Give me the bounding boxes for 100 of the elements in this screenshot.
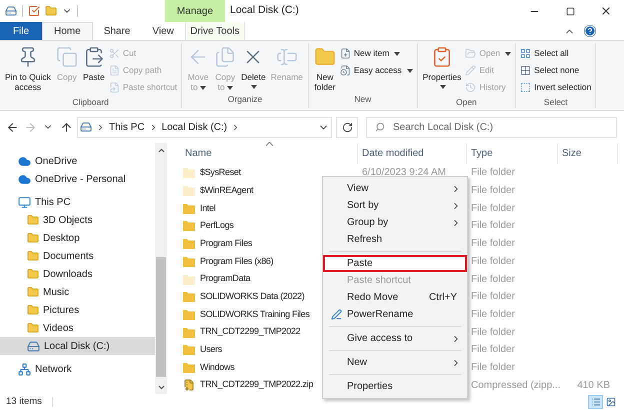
type-cell: Compressed (zipp...: [471, 380, 560, 391]
shortcut-label: Ctrl+Y: [428, 291, 457, 305]
document-icon: [108, 65, 120, 76]
ribbon-button[interactable]: Paste: [82, 43, 106, 96]
ribbon-button[interactable]: Properties: [422, 43, 462, 96]
column-header[interactable]: Size: [558, 143, 618, 164]
grid-icon: [520, 65, 532, 76]
ribbon-tab[interactable]: Share: [92, 22, 142, 40]
menu-item[interactable]: Paste: [323, 255, 467, 272]
menu-item[interactable]: Properties: [323, 378, 467, 395]
size-cell: 410 KB: [577, 380, 610, 391]
details-view-button[interactable]: [588, 395, 603, 409]
ribbon-button[interactable]: Invert selection: [520, 79, 592, 96]
ribbon-button[interactable]: New folder: [312, 43, 337, 94]
column-header[interactable]: Date modified: [358, 143, 467, 164]
contextual-tab-header: Manage: [165, 0, 225, 22]
nav-item[interactable]: 3D Objects: [0, 211, 155, 229]
new-file-icon: [340, 48, 351, 59]
address-field[interactable]: This PC Local Disk (C:): [77, 116, 332, 138]
ribbon-tab[interactable]: Home: [42, 22, 93, 40]
file-name[interactable]: ProgramData: [200, 272, 250, 286]
file-name[interactable]: Windows: [200, 360, 234, 374]
drive-icon: [5, 5, 17, 17]
file-tab[interactable]: File: [0, 22, 42, 40]
close-icon[interactable]: [600, 5, 612, 17]
nav-item[interactable]: OneDrive: [0, 152, 155, 170]
file-name[interactable]: SOLIDWORKS Training Files: [200, 308, 310, 322]
file-name[interactable]: TRN_CDT2299_TMP2022: [200, 325, 300, 339]
group-label: Open: [454, 96, 478, 109]
ribbon-button[interactable]: Select none: [520, 62, 592, 79]
ribbon-button[interactable]: Select all: [520, 45, 592, 62]
file-name[interactable]: SOLIDWORKS Data (2022): [200, 290, 304, 304]
nav-item[interactable]: Local Disk (C:): [0, 337, 155, 355]
menu-item[interactable]: Sort by: [323, 197, 467, 214]
nav-item[interactable]: This PC: [0, 193, 155, 211]
nav-item[interactable]: Network: [0, 360, 155, 378]
scrollbar[interactable]: [155, 143, 167, 394]
folder-icon: [27, 232, 39, 244]
drive-icon: [80, 121, 92, 133]
file-name[interactable]: Program Files: [200, 236, 252, 250]
file-name[interactable]: Program Files (x86): [200, 254, 274, 268]
group-label: Clipboard: [71, 96, 110, 109]
search-field[interactable]: Search Local Disk (C:): [366, 116, 617, 138]
zip-icon: [183, 379, 195, 392]
ribbon-button[interactable]: Easy access: [340, 62, 413, 79]
file-name[interactable]: $WinREAgent: [200, 184, 254, 198]
refresh-button[interactable]: [336, 116, 358, 138]
scrollbar-thumb[interactable]: [156, 257, 166, 377]
image-icon: [606, 397, 616, 407]
menu-item[interactable]: View: [323, 180, 467, 197]
nav-item[interactable]: Desktop: [0, 229, 155, 247]
breadcrumb-item[interactable]: This PC: [109, 120, 145, 134]
shortcut-icon: [108, 82, 120, 93]
scroll-down-icon[interactable]: [156, 383, 166, 392]
nav-item[interactable]: OneDrive - Personal: [0, 170, 155, 188]
copy-icon: [214, 46, 236, 68]
ribbon-button[interactable]: New item: [340, 45, 413, 62]
ribbon-tab[interactable]: Drive Tools: [184, 22, 245, 40]
folder-icon: [27, 304, 39, 316]
type-cell: File folder: [471, 291, 515, 302]
type-cell: File folder: [471, 344, 515, 356]
type-cell: File folder: [471, 274, 515, 284]
file-name[interactable]: $SysReset: [200, 166, 241, 180]
folder-icon: [27, 268, 39, 280]
menu-item[interactable]: Give access to: [323, 330, 467, 347]
drive-icon: [27, 340, 40, 352]
properties-icon[interactable]: [28, 5, 40, 17]
file-name[interactable]: PerfLogs: [200, 219, 234, 233]
maximize-icon[interactable]: [566, 6, 574, 16]
computer-icon: [18, 196, 31, 208]
folder-icon: [27, 286, 39, 298]
type-cell: File folder: [471, 220, 515, 232]
menu-item[interactable]: Refresh: [323, 231, 467, 248]
menu-item[interactable]: New: [323, 354, 467, 371]
breadcrumb-item[interactable]: Local Disk (C:): [162, 120, 228, 134]
type-cell: File folder: [471, 326, 515, 338]
file-name[interactable]: TRN_CDT2299_TMP2022.zip: [200, 378, 314, 392]
file-name[interactable]: Intel: [200, 202, 216, 215]
pencil-icon: [465, 65, 476, 76]
ribbon-tab[interactable]: View: [141, 22, 185, 40]
column-header[interactable]: Type: [467, 143, 558, 164]
type-cell: File folder: [471, 202, 515, 214]
menu-item[interactable]: Group by: [323, 214, 467, 231]
scroll-up-icon[interactable]: [156, 146, 166, 155]
nav-item[interactable]: Music: [0, 283, 155, 301]
chevron-right-icon[interactable]: [96, 122, 105, 132]
ribbon-button[interactable]: Pin to Quick access: [4, 43, 52, 96]
menu-item[interactable]: PowerRename: [323, 306, 467, 323]
menu-item[interactable]: Redo Move Ctrl+Y: [323, 289, 467, 306]
caret-icon: [440, 84, 446, 89]
help-icon[interactable]: [584, 25, 596, 37]
nav-item[interactable]: Documents: [0, 247, 155, 265]
file-name[interactable]: Users: [200, 343, 222, 356]
column-header[interactable]: Name: [181, 143, 358, 164]
nav-item[interactable]: Videos: [0, 319, 155, 337]
grid-icon: [520, 48, 532, 59]
ribbon-button[interactable]: Delete: [240, 43, 267, 94]
nav-item[interactable]: Pictures: [0, 301, 155, 319]
nav-item[interactable]: Downloads: [0, 265, 155, 283]
caret-icon: [251, 84, 258, 89]
